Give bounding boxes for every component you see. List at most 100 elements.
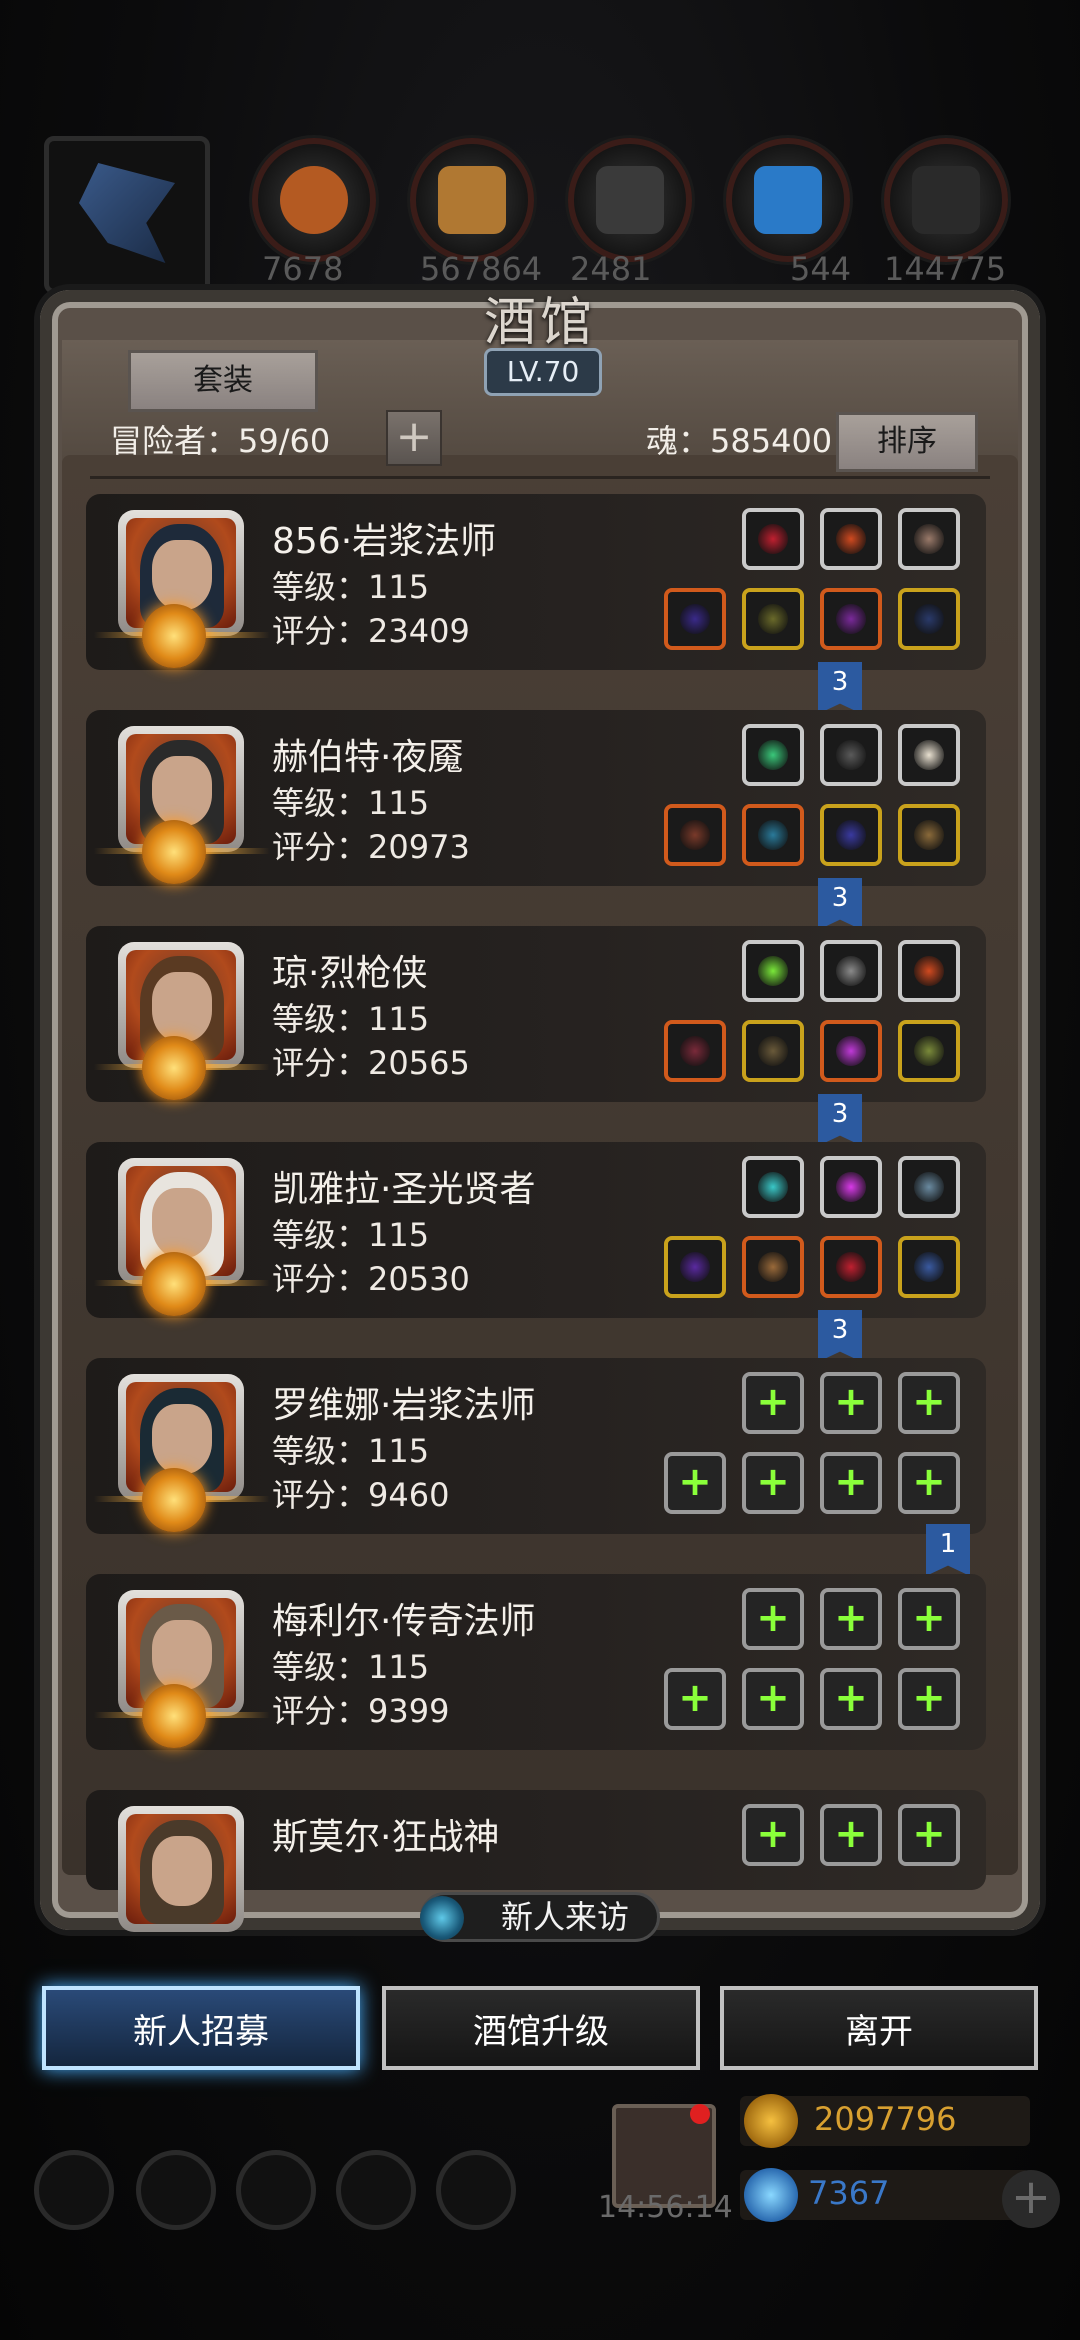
hero-name: 斯莫尔·狂战神: [272, 1817, 500, 1858]
equipment-icon: [758, 1036, 788, 1066]
resource-iron-icon: [884, 138, 1008, 262]
equip-slot[interactable]: [742, 804, 804, 866]
equipment-icon: [758, 740, 788, 770]
suit-button[interactable]: 套装: [128, 350, 318, 412]
equip-slot[interactable]: [742, 724, 804, 786]
equip-slot[interactable]: [664, 588, 726, 650]
equipment-icon: [914, 740, 944, 770]
equipment-icon: [836, 524, 866, 554]
hero-icon[interactable]: [136, 2150, 216, 2230]
equip-slot[interactable]: [664, 1020, 726, 1082]
empty-equip-slot[interactable]: +: [820, 1804, 882, 1866]
empty-equip-slot[interactable]: +: [898, 1668, 960, 1730]
equip-slot[interactable]: [664, 804, 726, 866]
equip-slot[interactable]: [742, 1020, 804, 1082]
hero-card[interactable]: 罗维娜·岩浆法师 等级：115 评分：9460 + + + + + + +: [86, 1358, 986, 1534]
hero-card[interactable]: 梅利尔·传奇法师 等级：115 评分：9399 + + + + + + +: [86, 1574, 986, 1750]
hero-score: 评分：9460: [272, 1476, 450, 1514]
hero-face: [152, 972, 212, 1042]
equipment-icon: [836, 1252, 866, 1282]
rank-emblem-icon: [142, 1036, 206, 1100]
empty-equip-slot[interactable]: +: [742, 1372, 804, 1434]
equipment-icon: [914, 820, 944, 850]
hero-face: [152, 1404, 212, 1474]
empty-equip-slot[interactable]: +: [664, 1452, 726, 1514]
equip-slot[interactable]: [898, 1020, 960, 1082]
add-equip-icon: +: [834, 1675, 868, 1721]
equip-slot[interactable]: [820, 940, 882, 1002]
empty-equip-slot[interactable]: +: [820, 1372, 882, 1434]
equip-slot[interactable]: [898, 588, 960, 650]
equipment-icon: [836, 820, 866, 850]
equip-slot[interactable]: [820, 724, 882, 786]
empty-equip-slot[interactable]: +: [898, 1588, 960, 1650]
empty-equip-slot[interactable]: +: [742, 1452, 804, 1514]
equip-slot[interactable]: [820, 804, 882, 866]
page-title: 酒馆: [483, 293, 596, 353]
add-equip-icon: +: [912, 1811, 946, 1857]
empty-equip-slot[interactable]: +: [742, 1588, 804, 1650]
mail-icon[interactable]: [336, 2150, 416, 2230]
equip-slot[interactable]: [898, 940, 960, 1002]
equip-slot[interactable]: [898, 804, 960, 866]
map-icon[interactable]: [436, 2150, 516, 2230]
hero-card[interactable]: 凯雅拉·圣光贤者 等级：115 评分：20530: [86, 1142, 986, 1318]
hero-name: 856·岩浆法师: [272, 521, 497, 562]
hero-score: 评分：20530: [272, 1260, 470, 1298]
equip-slot[interactable]: [820, 1020, 882, 1082]
empty-equip-slot[interactable]: +: [820, 1588, 882, 1650]
add-diamond-button[interactable]: +: [1002, 2170, 1060, 2228]
resource-stone-icon: [568, 138, 692, 262]
resource-meat-icon: [252, 138, 376, 262]
sort-button[interactable]: 排序: [836, 412, 978, 472]
equipment-icon: [680, 1252, 710, 1282]
equipment-icon: [680, 1036, 710, 1066]
empty-equip-slot[interactable]: +: [820, 1452, 882, 1514]
equip-slot[interactable]: [898, 724, 960, 786]
equip-slot[interactable]: [820, 588, 882, 650]
hero-portrait[interactable]: [118, 1806, 244, 1932]
empty-equip-slot[interactable]: +: [820, 1668, 882, 1730]
add-equip-icon: +: [912, 1459, 946, 1505]
equip-slot[interactable]: [820, 1156, 882, 1218]
leave-button[interactable]: 离开: [720, 1986, 1038, 2070]
empty-equip-slot[interactable]: +: [898, 1372, 960, 1434]
empty-equip-slot[interactable]: +: [742, 1668, 804, 1730]
divider: [90, 476, 990, 479]
player-avatar[interactable]: [44, 136, 210, 294]
equip-slot[interactable]: [742, 508, 804, 570]
equip-slot[interactable]: [898, 1236, 960, 1298]
equip-slot[interactable]: [742, 940, 804, 1002]
empty-equip-slot[interactable]: +: [742, 1804, 804, 1866]
equip-slot[interactable]: [820, 1236, 882, 1298]
rank-emblem-icon: [142, 1468, 206, 1532]
notification-dot: [690, 2104, 710, 2124]
hero-card[interactable]: 856·岩浆法师 等级：115 评分：23409: [86, 494, 986, 670]
hero-card[interactable]: 琼·烈枪侠 等级：115 评分：20565: [86, 926, 986, 1102]
soul-value: 魂：585400: [646, 422, 833, 460]
settings-icon[interactable]: [34, 2150, 114, 2230]
recruit-button[interactable]: 新人招募: [42, 1986, 360, 2070]
equip-slot[interactable]: [820, 508, 882, 570]
hero-level: 等级：115: [272, 1648, 430, 1686]
hero-level: 等级：115: [272, 1432, 430, 1470]
equip-slot[interactable]: [742, 1236, 804, 1298]
equip-slot[interactable]: [664, 1236, 726, 1298]
equip-slot[interactable]: [898, 1156, 960, 1218]
hero-level: 等级：115: [272, 1000, 430, 1038]
empty-equip-slot[interactable]: +: [664, 1668, 726, 1730]
upgrade-tavern-button[interactable]: 酒馆升级: [382, 1986, 700, 2070]
equipment-icon: [758, 524, 788, 554]
empty-equip-slot[interactable]: +: [898, 1452, 960, 1514]
equip-slot[interactable]: [742, 1156, 804, 1218]
hero-card[interactable]: 赫伯特·夜魇 等级：115 评分：20973: [86, 710, 986, 886]
hero-face: [152, 1620, 212, 1690]
guild-icon[interactable]: [236, 2150, 316, 2230]
add-slot-button[interactable]: +: [386, 410, 442, 466]
empty-equip-slot[interactable]: +: [898, 1804, 960, 1866]
hero-card[interactable]: 斯莫尔·狂战神 + + +: [86, 1790, 986, 1932]
equip-slot[interactable]: [742, 588, 804, 650]
add-equip-icon: +: [834, 1595, 868, 1641]
add-equip-icon: +: [912, 1675, 946, 1721]
equip-slot[interactable]: [898, 508, 960, 570]
